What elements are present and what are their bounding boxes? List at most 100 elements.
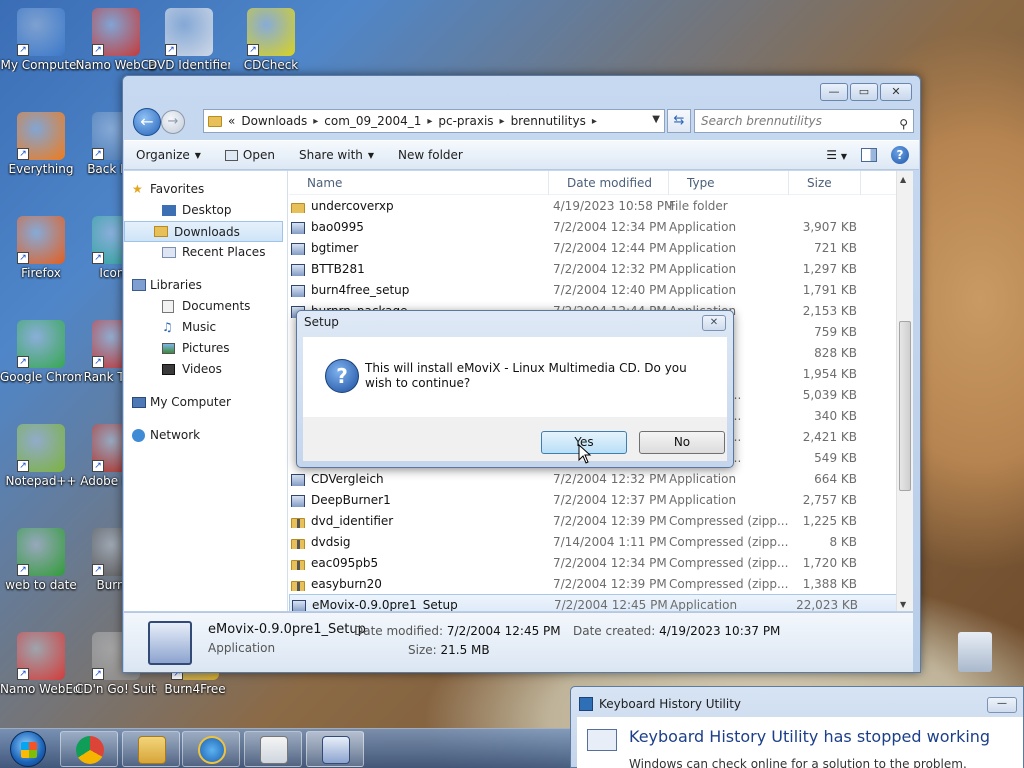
nav-network[interactable]: Network [124,425,287,446]
desktop-icon-item[interactable]: ↗ Namo WebCa [75,8,157,72]
file-row[interactable]: undercoverxp 4/19/2023 10:58 PM File folde… [289,195,913,216]
start-button[interactable] [10,731,46,767]
breadcrumb-downloads[interactable]: Downloads [241,114,307,128]
column-name[interactable]: Name [289,171,549,195]
address-bar[interactable]: « Downloads ▸ com_09_2004_1 ▸ pc-praxis … [203,109,665,133]
file-date: 7/2/2004 12:37 PM [553,492,667,507]
scroll-up-icon[interactable]: ▲ [900,175,906,184]
address-dropdown-icon[interactable]: ▼ [652,114,660,125]
nav-videos[interactable]: Videos [124,359,287,380]
file-row[interactable]: CDVergleich 7/2/2004 12:32 PM Application 6… [289,468,913,489]
app-icon: ↗ [165,8,213,56]
file-row[interactable]: BTTB281 7/2/2004 12:32 PM Application 1,297… [289,258,913,279]
nav-my-computer[interactable]: My Computer [124,392,287,413]
file-row[interactable]: bao0995 7/2/2004 12:34 PM Application 3,907… [289,216,913,237]
breadcrumb-com-09-2004-1[interactable]: com_09_2004_1 [324,114,421,128]
desktop-icon-item[interactable]: ↗ web to date [0,528,82,592]
shortcut-arrow-icon: ↗ [17,460,29,472]
desktop-icon-item[interactable]: ↗ Google Chrome [0,320,82,384]
taskbar-internet-explorer[interactable] [182,731,240,767]
desktop-icon-item[interactable]: ↗ Everything [0,112,82,176]
search-input[interactable]: Search brennutilitys ⚲ [694,109,914,133]
desktop-icon-item[interactable]: ↗ CDCheck [230,8,312,72]
no-button[interactable]: No [639,431,725,454]
recycle-bin-icon [958,632,992,672]
nav-pictures[interactable]: Pictures [124,338,287,359]
back-button[interactable]: ← [133,108,161,136]
details-pane: eMovix-0.9.0pre1_Setup Application Date … [124,612,913,672]
desktop-icon-item[interactable]: ↗ My Computer [0,8,82,72]
refresh-button[interactable]: ⇆ [667,109,691,133]
open-button[interactable]: Open [213,148,287,162]
nav-downloads[interactable]: Downloads [124,221,283,242]
keyboard-history-minimize-button[interactable]: — [987,697,1017,713]
column-type[interactable]: Type [669,171,789,195]
help-icon[interactable]: ? [891,146,909,164]
file-type: Compressed (zipp... [669,555,789,570]
taskbar-chrome[interactable] [60,731,118,767]
file-name-text: bgtimer [311,240,359,255]
column-date-modified[interactable]: Date modified [549,171,669,195]
file-row[interactable]: bgtimer 7/2/2004 12:44 PM Application 721 K… [289,237,913,258]
desktop-icon-label: CD'n Go! Suite [75,682,157,696]
desktop-icon-item[interactable]: ↗ Namo WebEditor... [0,632,82,696]
app-icon: ↗ [17,632,65,680]
breadcrumb-overflow[interactable]: « [228,114,235,128]
breadcrumb-pc-praxis[interactable]: pc-praxis [438,114,493,128]
nav-music[interactable]: ♫ Music [124,317,287,338]
file-row[interactable]: eac095pb5 7/2/2004 12:34 PM Compressed (zi… [289,552,913,573]
file-name: dvd_identifier [289,514,549,528]
desktop-icon-item[interactable]: ↗ Firefox [0,216,82,280]
nav-downloads-label: Downloads [174,225,240,239]
forward-button[interactable]: → [161,110,185,134]
maximize-button[interactable]: ▭ [850,83,878,101]
chevron-right-icon[interactable]: ▸ [592,116,597,127]
navigation-pane: ★ Favorites Desktop Downloads Recent Pla… [124,171,288,611]
zip-folder-icon [291,580,305,591]
nav-libraries[interactable]: Libraries [124,275,287,296]
vertical-scrollbar[interactable]: ▲ ▼ [896,171,913,611]
column-size[interactable]: Size [789,171,861,195]
new-folder-button[interactable]: New folder [386,148,475,162]
file-row[interactable]: eMovix-0.9.0pre1_Setup 7/2/2004 12:45 PM A… [289,594,913,611]
taskbar-setup[interactable] [306,731,364,767]
notepad-icon [260,736,288,764]
nav-desktop[interactable]: Desktop [124,200,287,221]
dialog-close-button[interactable]: ✕ [702,315,726,331]
desktop-icon [162,205,176,216]
nav-documents[interactable]: Documents [124,296,287,317]
file-row[interactable]: burn4free_setup 7/2/2004 12:40 PM Applicat… [289,279,913,300]
close-button[interactable]: ✕ [880,83,912,101]
zip-folder-icon [291,559,305,570]
scrollbar-thumb[interactable] [899,321,911,491]
desktop-icon-item[interactable]: ↗ DVD Identifier [148,8,230,72]
minimize-button[interactable]: — [820,83,848,101]
file-row[interactable]: dvdsig 7/14/2004 1:11 PM Compressed (zipp.… [289,531,913,552]
chrome-icon [76,736,104,764]
nav-favorites[interactable]: ★ Favorites [124,179,287,200]
chevron-right-icon[interactable]: ▸ [427,116,432,127]
taskbar-explorer[interactable] [122,731,180,767]
organize-menu[interactable]: Organize ▼ [124,148,213,162]
search-icon[interactable]: ⚲ [899,113,908,135]
share-with-menu[interactable]: Share with ▼ [287,148,386,162]
scroll-down-icon[interactable]: ▼ [900,600,906,609]
file-row[interactable]: easyburn20 7/2/2004 12:39 PM Compressed (z… [289,573,913,594]
breadcrumb-brennutilitys[interactable]: brennutilitys [511,114,586,128]
application-icon [291,284,305,297]
recycle-bin[interactable] [934,632,1016,674]
keyboard-history-dialog: Keyboard History Utility — Keyboard Hist… [570,686,1024,768]
chevron-right-icon[interactable]: ▸ [313,116,318,127]
chevron-right-icon[interactable]: ▸ [500,116,505,127]
date-created-value: 4/19/2023 10:37 PM [659,624,781,638]
nav-recent-places[interactable]: Recent Places [124,242,287,263]
app-icon: ↗ [17,8,65,56]
file-row[interactable]: dvd_identifier 7/2/2004 12:39 PM Compresse… [289,510,913,531]
file-row[interactable]: DeepBurner1 7/2/2004 12:37 PM Application 2… [289,489,913,510]
file-date: 7/2/2004 12:39 PM [553,576,667,591]
taskbar-notepad[interactable] [244,731,302,767]
preview-pane-icon[interactable] [861,148,877,162]
desktop-icon-item[interactable]: ↗ Notepad++ [0,424,82,488]
view-options-icon[interactable]: ☰ ▼ [826,148,847,162]
